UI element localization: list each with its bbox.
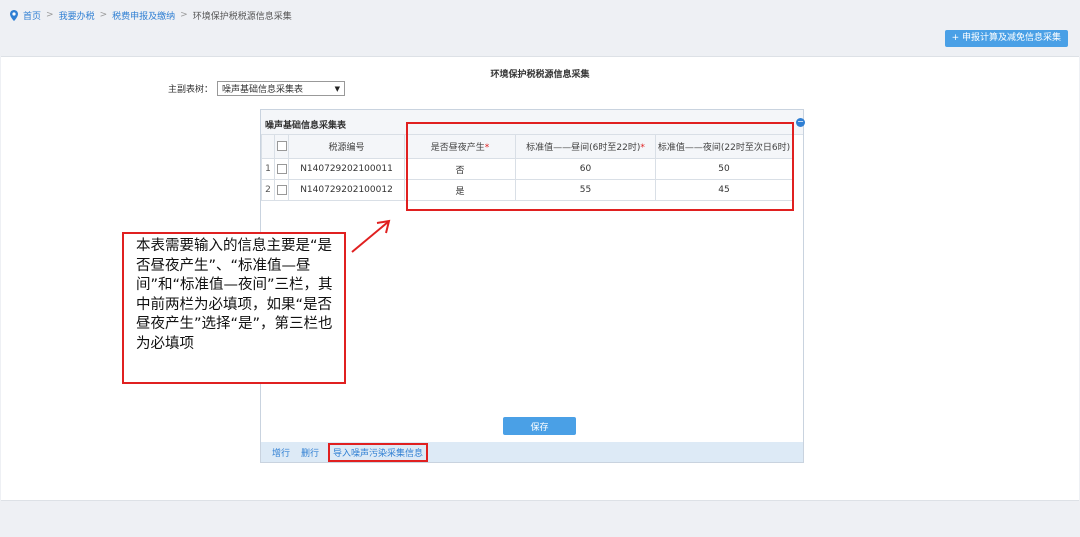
breadcrumb-home[interactable]: 首页: [23, 9, 41, 22]
add-row-button[interactable]: 增行: [272, 446, 290, 459]
grid-title: 噪声基础信息采集表: [265, 121, 347, 131]
source-id-cell[interactable]: N140729202100012: [288, 179, 405, 201]
column-header-night: 标准值——夜间(22时至次日6时): [655, 134, 793, 159]
table-selector-value: 噪声基础信息采集表: [222, 85, 304, 95]
column-header-day-label: 标准值——昼间(6时至22时): [526, 143, 641, 153]
row-checkbox[interactable]: [276, 163, 287, 174]
table-selector-row: 主副表树： 噪声基础信息采集表 ▼: [168, 81, 346, 96]
page-title: 环境保护税税源信息采集: [490, 70, 590, 80]
row-check-cell: [274, 179, 289, 201]
source-id-cell[interactable]: N140729202100011: [288, 158, 405, 180]
table-row: 2 N140729202100012 是 55 45: [261, 179, 793, 201]
breadcrumb-level1[interactable]: 我要办税: [59, 9, 95, 22]
collapse-icon[interactable]: −: [796, 118, 805, 127]
column-header-day: 标准值——昼间(6时至22时)*: [515, 134, 656, 159]
night-value-cell[interactable]: 50: [655, 158, 793, 180]
annotation-callout: 本表需要输入的信息主要是“是否昼夜产生”、“标准值—昼间”和“标准值—夜间”三栏…: [122, 232, 346, 384]
daynight-cell[interactable]: 否: [404, 158, 516, 180]
column-header-daynight-label: 是否昼夜产生: [430, 143, 485, 153]
row-number: 2: [261, 179, 275, 201]
breadcrumb-separator: >: [180, 10, 188, 20]
day-value-cell[interactable]: 60: [515, 158, 656, 180]
day-value-cell[interactable]: 55: [515, 179, 656, 201]
declaration-calc-button[interactable]: + 申报计算及减免信息采集: [944, 30, 1068, 47]
table-selector-label: 主副表树：: [168, 85, 214, 95]
select-all-cell: [274, 134, 289, 159]
row-number: 1: [261, 158, 275, 180]
daynight-cell[interactable]: 是: [404, 179, 516, 201]
column-header-daynight: 是否昼夜产生*: [404, 134, 516, 159]
breadcrumb-separator: >: [46, 10, 54, 20]
row-number-header: [261, 134, 275, 159]
breadcrumb-level2[interactable]: 税费申报及缴纳: [112, 9, 175, 22]
select-all-checkbox[interactable]: [276, 141, 287, 152]
data-table: 税源编号 是否昼夜产生* 标准值——昼间(6时至22时)* 标准值——夜间(22…: [261, 134, 793, 201]
column-header-id: 税源编号: [288, 134, 405, 159]
dropdown-arrow-icon: ▼: [334, 84, 341, 93]
grid-footer: 增行 删行 导入噪声污染采集信息: [261, 442, 803, 462]
row-checkbox[interactable]: [276, 184, 287, 195]
required-mark: *: [640, 143, 645, 153]
breadcrumb: 首页 > 我要办税 > 税费申报及缴纳 > 环境保护税税源信息采集: [10, 8, 292, 22]
delete-row-button[interactable]: 删行: [301, 446, 319, 459]
night-value-cell[interactable]: 45: [655, 179, 793, 201]
location-pin-icon: [10, 9, 18, 21]
table-row: 1 N140729202100011 否 60 50: [261, 158, 793, 180]
import-noise-info-button[interactable]: 导入噪声污染采集信息: [328, 442, 429, 462]
breadcrumb-separator: >: [99, 10, 108, 20]
annotation-arrow-icon: [351, 219, 391, 253]
row-check-cell: [274, 158, 289, 180]
breadcrumb-current: 环境保护税税源信息采集: [192, 11, 292, 22]
save-button[interactable]: 保存: [503, 417, 576, 435]
required-mark: *: [484, 143, 490, 153]
table-selector-dropdown[interactable]: 噪声基础信息采集表 ▼: [217, 81, 346, 96]
grid-header: 噪声基础信息采集表 −: [261, 110, 805, 135]
